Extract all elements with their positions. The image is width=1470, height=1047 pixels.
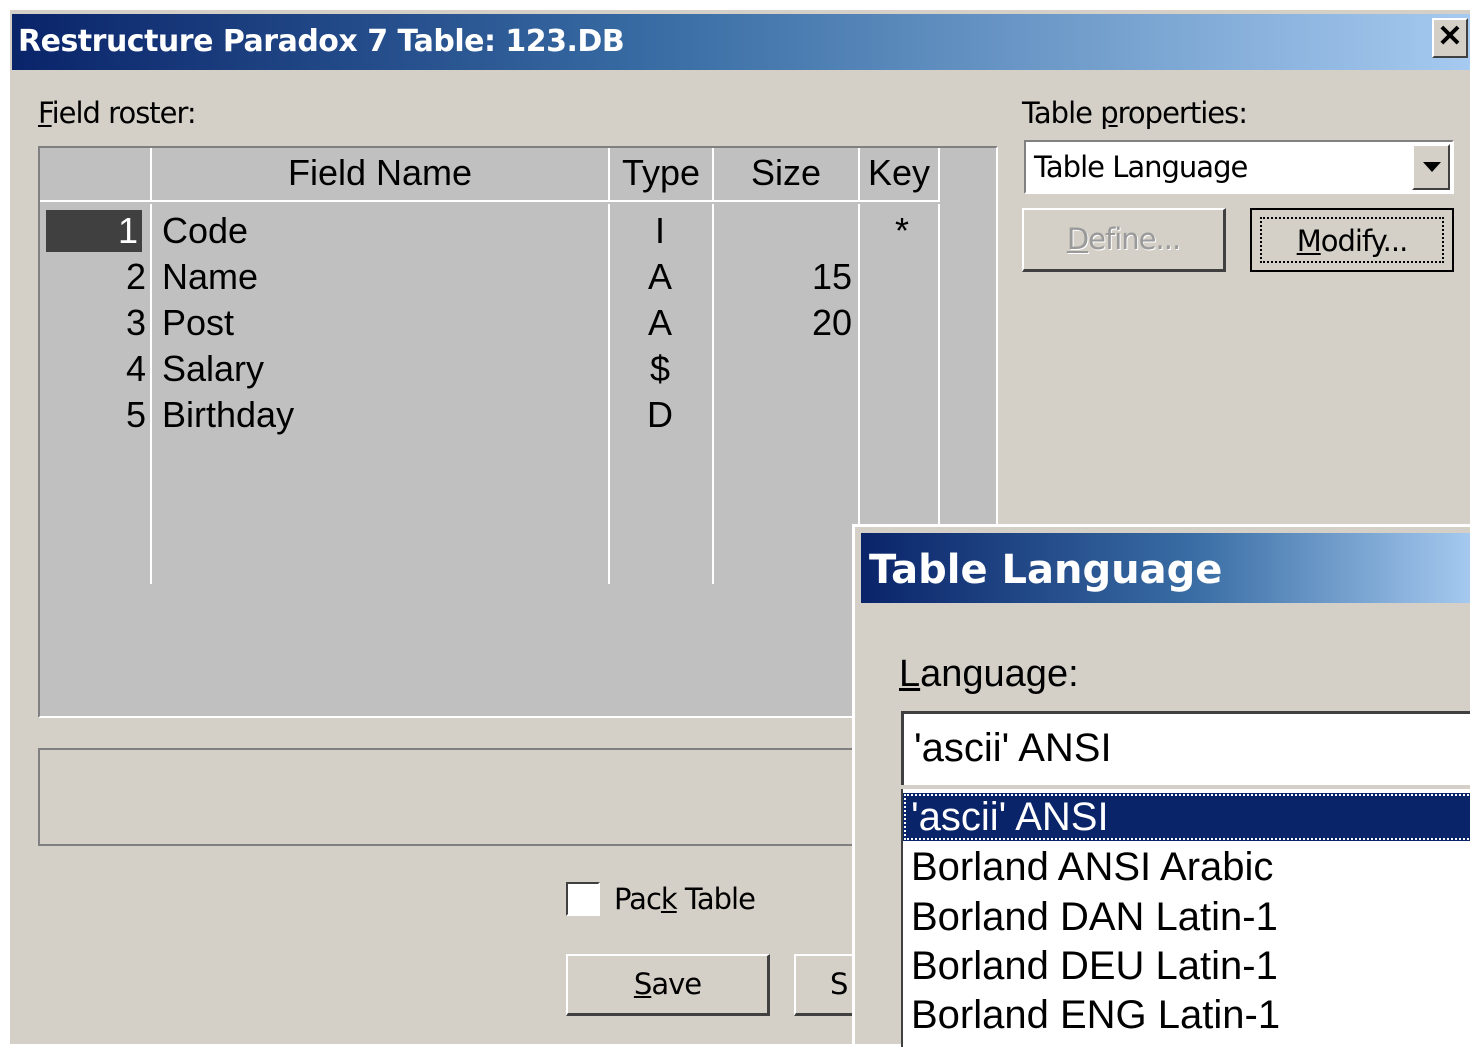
grid-header: Field Name Type Size Key bbox=[40, 148, 940, 204]
list-item[interactable]: Borland ENG Latin-1 bbox=[903, 991, 1470, 1039]
field-name-cell[interactable]: Name bbox=[162, 256, 258, 298]
table-row[interactable]: 4 Salary $ bbox=[40, 348, 940, 394]
row-number: 1 bbox=[46, 210, 142, 252]
define-button[interactable]: Define... bbox=[1022, 208, 1226, 272]
table-row[interactable]: 3 Post A 20 bbox=[40, 302, 940, 348]
language-combobox[interactable]: 'ascii' ANSI bbox=[901, 711, 1470, 785]
list-item[interactable]: Borland DEU Latin-1 bbox=[903, 942, 1470, 990]
title-bar: Table Language bbox=[861, 533, 1470, 603]
row-number: 3 bbox=[125, 302, 146, 343]
row-number: 2 bbox=[125, 256, 146, 297]
dialog-title: Restructure Paradox 7 Table: 123.DB bbox=[18, 24, 625, 59]
dialog-title: Table Language bbox=[869, 547, 1223, 593]
field-type-cell[interactable]: A bbox=[610, 256, 710, 298]
row-number: 5 bbox=[125, 394, 146, 435]
table-properties-select[interactable]: Table Language bbox=[1024, 140, 1454, 194]
field-name-cell[interactable]: Code bbox=[162, 210, 248, 252]
close-button[interactable]: ✕ bbox=[1432, 18, 1468, 58]
list-item[interactable]: Borland ANSI Arabic bbox=[903, 843, 1470, 891]
close-icon: ✕ bbox=[1437, 20, 1463, 53]
table-row[interactable]: 5 Birthday D bbox=[40, 394, 940, 440]
table-language-dialog: Table Language Language: 'ascii' ANSI 'a… bbox=[852, 524, 1470, 1047]
col-header-type[interactable]: Type bbox=[610, 148, 714, 202]
field-type-cell[interactable]: I bbox=[610, 210, 710, 252]
field-type-cell[interactable]: D bbox=[610, 394, 710, 436]
language-dropdown-list[interactable]: 'ascii' ANSI Borland ANSI Arabic Borland… bbox=[901, 789, 1470, 1047]
field-size-cell[interactable]: 20 bbox=[714, 302, 852, 344]
col-header-size[interactable]: Size bbox=[714, 148, 860, 202]
field-size-cell[interactable]: 15 bbox=[714, 256, 852, 298]
table-row[interactable]: 1 Code I * bbox=[40, 210, 940, 256]
field-type-cell[interactable]: A bbox=[610, 302, 710, 344]
table-properties-label: Table properties: bbox=[1022, 96, 1248, 130]
language-value: 'ascii' ANSI bbox=[914, 726, 1112, 770]
col-header-key[interactable]: Key bbox=[860, 148, 940, 202]
col-header-num bbox=[40, 148, 152, 202]
list-item[interactable]: Borland DAN Latin-1 bbox=[903, 893, 1470, 941]
field-roster-label: Field roster: bbox=[38, 96, 197, 130]
field-key-cell[interactable]: * bbox=[862, 210, 942, 252]
language-label: Language: bbox=[899, 653, 1079, 695]
table-row[interactable]: 2 Name A 15 bbox=[40, 256, 940, 302]
save-button[interactable]: Save bbox=[566, 954, 770, 1016]
list-item[interactable]: 'ascii' ANSI bbox=[903, 793, 1470, 841]
table-properties-value: Table Language bbox=[1034, 150, 1248, 184]
col-header-field-name[interactable]: Field Name bbox=[152, 148, 610, 202]
pack-table-checkbox[interactable] bbox=[566, 882, 600, 916]
field-name-cell[interactable]: Post bbox=[162, 302, 234, 344]
field-name-cell[interactable]: Birthday bbox=[162, 394, 294, 436]
focus-rect: Modify... bbox=[1260, 217, 1444, 263]
title-bar: Restructure Paradox 7 Table: 123.DB ✕ bbox=[12, 14, 1470, 70]
field-name-cell[interactable]: Salary bbox=[162, 348, 264, 390]
dropdown-button[interactable] bbox=[1412, 144, 1450, 190]
modify-button[interactable]: Modify... bbox=[1250, 208, 1454, 272]
row-number: 4 bbox=[125, 348, 146, 389]
pack-table-label[interactable]: Pack Table bbox=[614, 882, 756, 916]
chevron-down-icon bbox=[1423, 162, 1441, 172]
field-type-cell[interactable]: $ bbox=[610, 348, 710, 390]
